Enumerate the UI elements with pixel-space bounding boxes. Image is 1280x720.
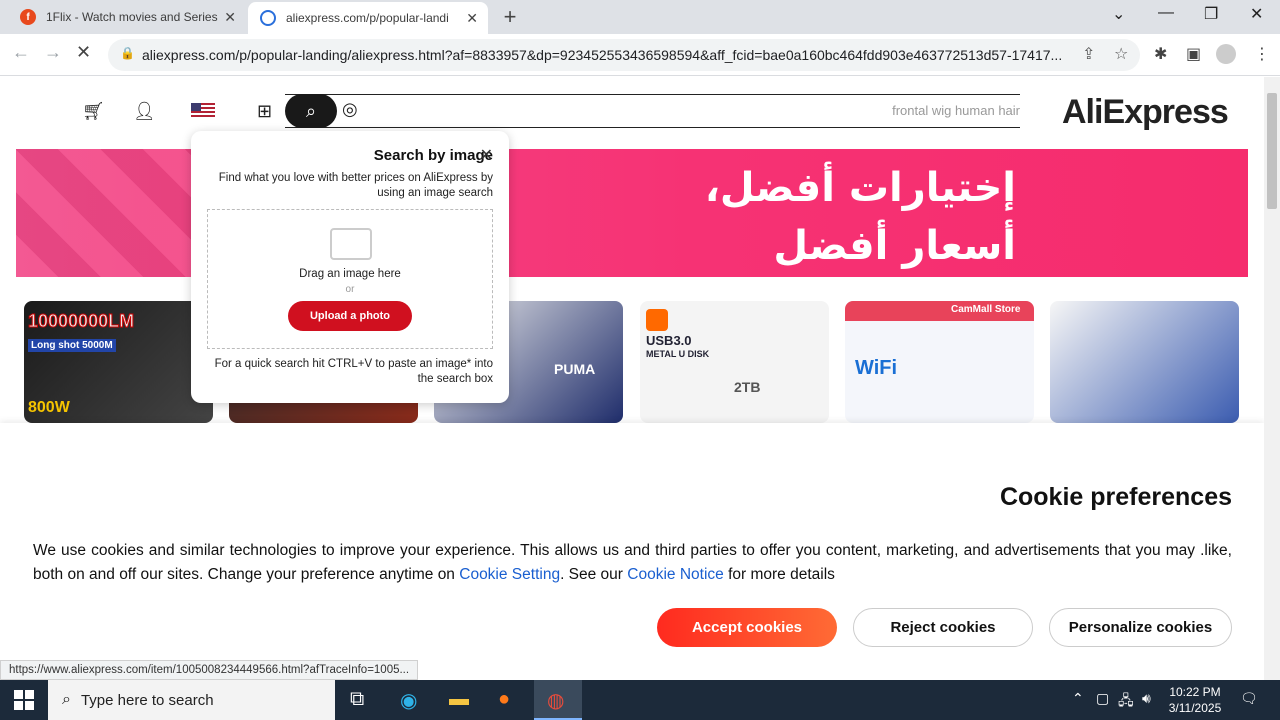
aliexpress-logo[interactable]: AliExpress — [1062, 93, 1229, 132]
tab-aliexpress[interactable]: aliexpress.com/p/popular-landi ✕ — [248, 2, 488, 34]
product-card-flashlight[interactable]: 10000000LM Long shot 5000M 800W — [24, 301, 213, 423]
cookie-body: We use cookies and similar technologies … — [33, 542, 1232, 583]
product-card-razor[interactable] — [1050, 301, 1239, 423]
new-tab-button[interactable]: + — [500, 4, 520, 30]
chrome-icon: ◍ — [547, 690, 565, 712]
device-icon[interactable]: ▢ — [1096, 690, 1109, 707]
popup-description: Find what you love with better prices on… — [218, 172, 493, 199]
image-placeholder-icon — [330, 228, 372, 260]
windows-taskbar: ⌕ Type here to search ⧉ ◉ ▬ ● ◍ ⌃ ▢ 🖧︎ 🔊… — [0, 680, 1280, 720]
forward-icon[interactable]: → — [44, 42, 62, 63]
firefox-icon[interactable]: ● — [498, 688, 510, 711]
tab-search-icon[interactable]: ⌄ — [1112, 4, 1125, 24]
back-icon[interactable]: ← — [12, 42, 30, 63]
lock-icon: 🔒 — [120, 46, 135, 60]
tab-title: aliexpress.com/p/popular-landi — [286, 11, 449, 25]
or-label: or — [345, 284, 355, 295]
url-text[interactable]: aliexpress.com/p/popular-landing/aliexpr… — [142, 47, 1077, 63]
personalize-cookies-button[interactable]: Personalize cookies — [1049, 608, 1232, 647]
taskbar-search-placeholder: Type here to search — [80, 691, 214, 709]
search-icon: ⌕ — [62, 691, 71, 708]
popup-close-icon[interactable]: ✕ — [480, 145, 493, 165]
close-tab-icon[interactable]: ✕ — [224, 9, 236, 26]
tab-1flix[interactable]: f 1Flix - Watch movies and Series ✕ — [8, 0, 246, 34]
mi-logo-icon — [646, 309, 668, 331]
vertical-scrollbar[interactable] — [1264, 77, 1280, 680]
side-panel-icon[interactable]: ▣ — [1186, 44, 1201, 64]
address-bar[interactable]: 🔒 aliexpress.com/p/popular-landing/aliex… — [108, 39, 1140, 71]
status-bar-url: https://www.aliexpress.com/item/10050082… — [0, 660, 419, 680]
drag-label: Drag an image here — [299, 268, 401, 280]
task-view-icon[interactable]: ⧉ — [350, 688, 364, 711]
account-icon[interactable]: 👤︎ — [133, 101, 156, 122]
edge-icon[interactable]: ◉ — [400, 688, 417, 713]
accept-cookies-button[interactable]: Accept cookies — [657, 608, 837, 647]
clock-time: 10:22 PM — [1169, 685, 1221, 699]
taskbar-search-box[interactable]: ⌕ Type here to search — [48, 680, 335, 720]
1flix-favicon-icon: f — [20, 9, 36, 25]
cookie-title: Cookie preferences — [999, 483, 1232, 511]
image-search-camera-icon[interactable]: ◎ — [342, 99, 358, 120]
cookie-setting-link[interactable]: Cookie Setting — [459, 566, 560, 583]
cookie-notice-link[interactable]: Cookie Notice — [627, 566, 724, 583]
stop-loading-icon[interactable]: ✕ — [76, 42, 91, 63]
upload-photo-button[interactable]: Upload a photo — [288, 301, 412, 331]
cookie-preferences-panel: Cookie preferences We use cookies and si… — [0, 423, 1264, 680]
chrome-taskbar-item[interactable]: ◍ — [534, 680, 582, 720]
banner-line-2: أسعار أفضل — [773, 223, 1016, 269]
product-card-camera[interactable]: CamMall Store WiFi — [845, 301, 1034, 423]
minimize-button[interactable]: — — [1158, 4, 1174, 22]
qr-code-icon[interactable]: ⊞ — [257, 101, 272, 122]
scrollbar-thumb[interactable] — [1267, 93, 1277, 209]
search-icon: ⌕ — [305, 100, 317, 121]
clock[interactable]: 10:22 PM 3/11/2025 — [1160, 684, 1230, 716]
profile-avatar-icon[interactable] — [1216, 44, 1236, 64]
restore-button[interactable]: ❐ — [1204, 4, 1218, 24]
paste-hint: For a quick search hit CTRL+V to paste a… — [214, 358, 493, 385]
bookmark-star-icon[interactable]: ☆ — [1114, 44, 1128, 64]
file-explorer-icon[interactable]: ▬ — [449, 688, 469, 711]
share-icon[interactable]: ⇪ — [1082, 44, 1095, 64]
cart-icon[interactable]: 🛒︎ — [82, 101, 105, 122]
us-flag-icon[interactable] — [191, 103, 215, 119]
search-by-image-popup: Search by image ✕ Find what you love wit… — [191, 131, 509, 403]
notifications-icon[interactable]: 🗨︎ — [1240, 690, 1258, 707]
extensions-icon[interactable]: ✱ — [1154, 44, 1167, 64]
windows-start-icon[interactable] — [14, 690, 34, 710]
close-tab-icon[interactable]: ✕ — [466, 10, 478, 27]
product-card-usb[interactable]: USB3.0 METAL U DISK 2TB — [640, 301, 829, 423]
loading-favicon-icon — [260, 10, 276, 26]
menu-kebab-icon[interactable]: ⋮ — [1254, 44, 1270, 64]
close-window-button[interactable]: ✕ — [1250, 4, 1263, 24]
search-placeholder: frontal wig human hair — [892, 103, 1020, 118]
tab-title: 1Flix - Watch movies and Series — [46, 10, 218, 24]
show-hidden-icons-chevron-icon[interactable]: ⌃ — [1072, 690, 1084, 707]
popup-title: Search by image — [373, 147, 493, 164]
search-button[interactable]: ⌕ — [285, 94, 337, 128]
clock-date: 3/11/2025 — [1168, 701, 1222, 715]
reject-cookies-button[interactable]: Reject cookies — [853, 608, 1033, 647]
browser-toolbar: ← → ✕ 🔒 aliexpress.com/p/popular-landing… — [0, 34, 1280, 76]
volume-icon[interactable]: 🔊︎ — [1142, 690, 1151, 707]
page-content: 🛒︎ 👤︎ ⊞ ⌕ ◎ frontal wig human hair AliEx… — [0, 77, 1264, 680]
browser-tab-strip: f 1Flix - Watch movies and Series ✕ alie… — [0, 0, 1280, 34]
banner-line-1: إختيارات أفضل، — [704, 165, 1016, 211]
network-icon[interactable]: 🖧︎ — [1118, 690, 1134, 714]
image-dropzone[interactable]: Drag an image here or Upload a photo — [207, 209, 493, 349]
